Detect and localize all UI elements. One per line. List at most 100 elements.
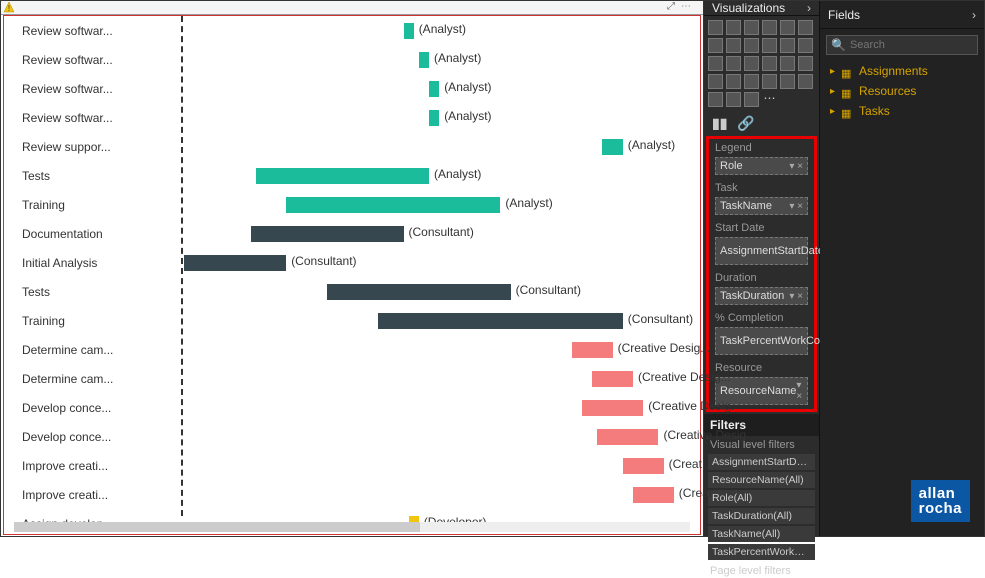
filter-item[interactable]: TaskName(All) [708, 526, 815, 542]
visual-type-icon[interactable] [744, 20, 759, 35]
field-well-label: % Completion [709, 309, 814, 325]
gantt-row[interactable]: Review suppor...(Analyst) [4, 132, 700, 161]
gantt-row[interactable]: Training(Analyst) [4, 190, 700, 219]
visual-type-gallery: ⋯ [704, 16, 819, 111]
filter-item[interactable]: AssignmentStartDate(All) [708, 454, 815, 470]
gantt-bar[interactable] [327, 284, 511, 300]
gantt-row[interactable]: Initial Analysis(Consultant) [4, 248, 700, 277]
visual-type-icon[interactable] [780, 20, 795, 35]
gantt-bar[interactable] [184, 255, 286, 271]
gantt-bar[interactable] [378, 313, 623, 329]
chevron-right-icon[interactable]: › [972, 8, 976, 22]
gantt-bar[interactable] [251, 226, 404, 242]
gantt-row[interactable]: Develop conce...(Creative Desig [4, 422, 700, 451]
visual-type-icon[interactable] [798, 56, 813, 71]
fields-header[interactable]: Fields › [820, 1, 984, 29]
visual-type-icon[interactable] [708, 92, 723, 107]
fields-tab-icon[interactable]: ▮▮ [712, 115, 727, 132]
visual-type-icon[interactable] [708, 20, 723, 35]
visual-type-icon[interactable] [798, 38, 813, 53]
gantt-bar[interactable] [429, 110, 439, 126]
chip-remove-icon[interactable]: ▾ × [789, 291, 803, 302]
filter-item[interactable]: ResourceName(All) [708, 472, 815, 488]
field-well-chip[interactable]: Role▾ × [715, 157, 808, 175]
chip-remove-icon[interactable]: ▾ × [796, 380, 803, 402]
visual-type-icon[interactable] [726, 38, 741, 53]
gantt-row[interactable]: Review softwar...(Analyst) [4, 45, 700, 74]
gantt-bar[interactable] [429, 81, 439, 97]
visual-type-icon[interactable] [798, 74, 813, 89]
gantt-row[interactable]: Training(Consultant) [4, 306, 700, 335]
field-well-chip[interactable]: AssignmentStartDate▾ × [715, 237, 808, 265]
focus-mode-icon[interactable]: ⤢ [667, 1, 681, 12]
gantt-row[interactable]: Review softwar...(Analyst) [4, 74, 700, 103]
visual-type-icon[interactable] [708, 74, 723, 89]
gantt-row[interactable]: Improve creati...(Creat [4, 480, 700, 509]
gantt-row[interactable]: Tests(Consultant) [4, 277, 700, 306]
visual-type-icon[interactable] [762, 74, 777, 89]
visual-type-icon[interactable] [744, 74, 759, 89]
gantt-bar[interactable] [633, 487, 674, 503]
gantt-row[interactable]: Determine cam...(Creative Desig... [4, 335, 700, 364]
search-input[interactable] [850, 39, 973, 51]
visual-type-icon[interactable] [762, 38, 777, 53]
format-tab-icon[interactable]: 🔗 [737, 115, 754, 132]
field-table-assignments[interactable]: ▸Assignments [820, 61, 984, 81]
gantt-bar[interactable] [256, 168, 429, 184]
visual-type-icon[interactable] [780, 74, 795, 89]
visual-type-icon[interactable] [726, 74, 741, 89]
horizontal-scrollbar[interactable] [14, 522, 690, 532]
gantt-chart[interactable]: Review softwar...(Analyst)Review softwar… [3, 15, 701, 535]
field-table-tasks[interactable]: ▸Tasks [820, 101, 984, 121]
field-well-chip[interactable]: TaskPercentWorkCom...▾ × [715, 327, 808, 355]
visual-type-icon[interactable] [708, 56, 723, 71]
gantt-row[interactable]: Review softwar...(Analyst) [4, 103, 700, 132]
scrollbar-thumb[interactable] [14, 522, 420, 532]
gantt-row[interactable]: Improve creati...(Creat [4, 451, 700, 480]
visual-type-icon[interactable] [744, 38, 759, 53]
visual-type-icon[interactable] [780, 38, 795, 53]
visual-type-icon[interactable] [726, 56, 741, 71]
filter-item[interactable]: TaskPercentWorkComplet... [708, 544, 815, 560]
chip-remove-icon[interactable]: ▾ × [789, 201, 803, 212]
gantt-row[interactable]: Documentation(Consultant) [4, 219, 700, 248]
more-visuals-icon[interactable]: ⋯ [762, 92, 777, 107]
gantt-bar[interactable] [286, 197, 500, 213]
gantt-row[interactable]: Develop conce...(Creative Desig. [4, 393, 700, 422]
more-options-icon[interactable]: ⋯ [681, 1, 697, 12]
visual-type-icon[interactable] [762, 20, 777, 35]
visual-type-icon[interactable] [726, 92, 741, 107]
visualizations-header[interactable]: Visualizations › [704, 1, 819, 16]
fields-search[interactable]: 🔍 [826, 35, 978, 55]
field-well-chip[interactable]: TaskName▾ × [715, 197, 808, 215]
gantt-bar[interactable] [572, 342, 613, 358]
field-well-chip[interactable]: TaskDuration▾ × [715, 287, 808, 305]
chip-remove-icon[interactable]: ▾ × [789, 161, 803, 172]
visual-type-icon[interactable] [726, 20, 741, 35]
gantt-bar[interactable] [597, 429, 658, 445]
visual-type-icon[interactable] [744, 92, 759, 107]
visual-type-icon[interactable] [798, 20, 813, 35]
gantt-bar[interactable] [623, 458, 664, 474]
task-label: Improve creati... [4, 488, 174, 502]
gantt-row[interactable]: Tests(Analyst) [4, 161, 700, 190]
filter-item[interactable]: TaskDuration(All) [708, 508, 815, 524]
visual-type-icon[interactable] [762, 56, 777, 71]
gantt-row[interactable]: Determine cam...(Creative Desig... [4, 364, 700, 393]
gantt-bar[interactable] [419, 52, 429, 68]
fields-panel: Fields › 🔍 ▸Assignments▸Resources▸Tasks … [820, 1, 984, 536]
task-label: Review suppor... [4, 140, 174, 154]
gantt-bar[interactable] [592, 371, 633, 387]
filter-item[interactable]: Role(All) [708, 490, 815, 506]
visual-type-icon[interactable] [744, 56, 759, 71]
gantt-row[interactable]: Review softwar...(Analyst) [4, 16, 700, 45]
field-table-resources[interactable]: ▸Resources [820, 81, 984, 101]
gantt-bar[interactable] [602, 139, 622, 155]
visual-type-icon[interactable] [780, 56, 795, 71]
gantt-bar[interactable] [404, 23, 414, 39]
gantt-bar[interactable] [582, 400, 643, 416]
chevron-right-icon[interactable]: › [807, 1, 811, 15]
visual-type-icon[interactable] [708, 38, 723, 53]
task-label: Determine cam... [4, 343, 174, 357]
report-canvas[interactable]: ! ⤢⋯ Review softwar...(Analyst)Review so… [1, 1, 704, 536]
